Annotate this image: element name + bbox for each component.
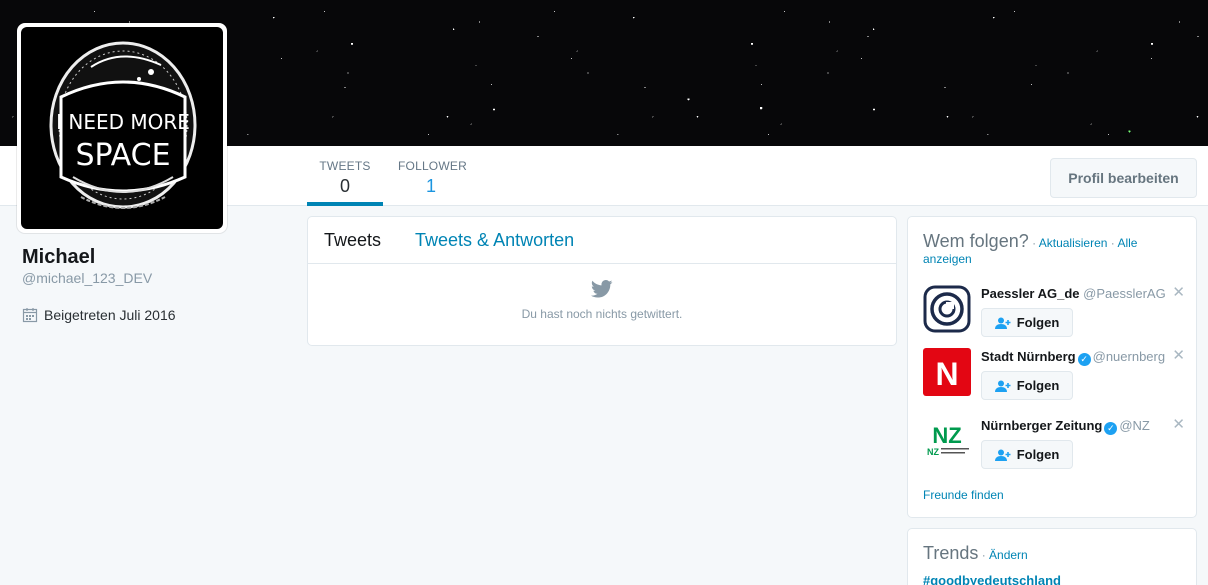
tab-tweets-replies[interactable]: Tweets & Antworten [415,230,574,251]
nz-avatar[interactable]: NZ NZ [923,417,971,465]
suggestion-name[interactable]: Paessler AG_de @PaesslerAG [981,286,1171,301]
astronaut-helmet-image: I NEED MORE SPACE [49,41,197,209]
stat-tweets-label: TWEETS [319,159,371,173]
nuernberg-logo-icon: N [923,348,971,396]
profile-name[interactable]: Michael [22,246,95,269]
empty-message: Du hast noch nichts getwittert. [521,307,683,321]
trends-change-link[interactable]: Ändern [989,548,1028,562]
paessler-logo-icon [923,285,971,333]
paessler-avatar[interactable] [923,285,971,333]
follow-button[interactable]: Folgen [981,440,1073,469]
verified-badge-icon: ✓ [1104,422,1118,435]
add-user-icon [994,317,1011,329]
suggestion-nuernberger-zeitung: NZ NZ Nürnberger Zeitung ✓ @NZ ✕ Folgen [923,415,1185,479]
wtf-refresh-link[interactable]: Aktualisieren [1039,236,1108,250]
tab-tweets[interactable]: Tweets [324,230,381,251]
stat-follower[interactable]: FOLLOWER 1 [398,146,468,206]
trends-title: Trends [923,543,979,563]
follow-button[interactable]: Folgen [981,308,1073,337]
dismiss-close-icon[interactable]: ✕ [1172,346,1185,364]
wtf-header: Wem folgen? · Aktualisieren · Alle anzei… [923,231,1138,266]
suggestion-stadt-nuernberg: N Stadt Nürnberg ✓ @nuernberg ✕ Folgen [923,346,1185,410]
timeline-tabs: Tweets Tweets & Antworten [308,217,896,264]
dismiss-close-icon[interactable]: ✕ [1172,283,1185,301]
dismiss-close-icon[interactable]: ✕ [1172,415,1185,433]
who-to-follow-module: Wem folgen? · Aktualisieren · Alle anzei… [907,216,1197,518]
trends-header: Trends · Ändern [923,543,1028,563]
stat-tweets[interactable]: TWEETS 0 [307,146,383,206]
svg-text:NZ: NZ [932,423,961,448]
find-friends-link[interactable]: Freunde finden [923,488,1004,502]
trend-item[interactable]: #goodbyedeutschland [923,573,1181,585]
suggestion-paessler: Paessler AG_de @PaesslerAG ✕ Folgen [923,283,1185,347]
profile-handle[interactable]: @michael_123_DEV [22,270,152,286]
follow-button[interactable]: Folgen [981,371,1073,400]
edit-profile-button[interactable]: Profil bearbeiten [1050,158,1197,198]
suggestion-name[interactable]: Stadt Nürnberg ✓ @nuernberg [981,349,1171,366]
verified-badge-icon: ✓ [1077,353,1091,366]
add-user-icon [994,449,1011,461]
avatar-text-line1: I NEED MORE [56,110,190,134]
stat-follower-value: 1 [426,176,437,196]
stat-tweets-value: 0 [339,176,350,196]
joined-text: Beigetreten Juli 2016 [44,307,176,323]
calendar-icon [22,308,38,323]
nuernberg-avatar[interactable]: N [923,348,971,396]
nz-logo-icon: NZ NZ [923,417,971,465]
svg-text:N: N [935,356,958,392]
suggestion-name[interactable]: Nürnberger Zeitung ✓ @NZ [981,418,1171,435]
add-user-icon [994,380,1011,392]
joined-date: Beigetreten Juli 2016 [22,307,176,323]
stat-follower-label: FOLLOWER [398,159,467,173]
timeline-empty-state: Du hast noch nichts getwittert. [308,264,896,321]
avatar[interactable]: I NEED MORE SPACE [17,23,227,233]
svg-text:NZ: NZ [927,447,939,457]
avatar-text-line2: SPACE [75,138,170,173]
trends-module: Trends · Ändern #goodbyedeutschland [907,528,1197,585]
timeline: Tweets Tweets & Antworten Du hast noch n… [307,216,897,346]
wtf-title: Wem folgen? [923,231,1029,251]
twitter-bird-icon [590,280,613,298]
